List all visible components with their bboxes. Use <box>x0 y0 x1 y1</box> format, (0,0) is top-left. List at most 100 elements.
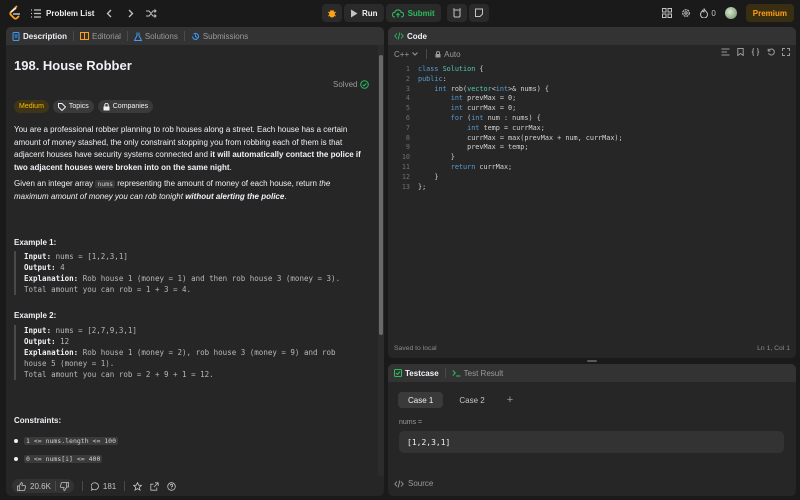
run-button[interactable]: Run <box>344 4 384 22</box>
divider <box>54 481 56 491</box>
auto-mode-toggle[interactable]: Auto <box>435 49 461 59</box>
bullet-dot <box>14 457 18 461</box>
scrollbar-thumb[interactable] <box>379 55 383 335</box>
star-icon[interactable] <box>133 481 143 491</box>
case-1-tab[interactable]: Case 1 <box>398 392 444 408</box>
braces-icon[interactable] <box>751 48 760 56</box>
gear-icon[interactable] <box>681 8 691 18</box>
prev-problem-button[interactable] <box>103 7 115 19</box>
tab-testcase-label: Testcase <box>405 368 439 378</box>
problem-list-label: Problem List <box>46 8 95 18</box>
input-label: Input: <box>24 326 52 335</box>
tab-editorial[interactable]: Editorial <box>80 32 121 41</box>
share-icon[interactable] <box>150 481 159 491</box>
code-line: }; <box>418 182 427 191</box>
submit-button[interactable]: Submit <box>385 4 441 22</box>
difficulty-badge[interactable]: Medium <box>14 100 49 113</box>
code-line: int temp = currMax; <box>467 123 545 132</box>
random-problem-button[interactable] <box>145 7 157 19</box>
tab-description[interactable]: Description <box>12 31 67 41</box>
code-line: int prevMax = 0; <box>450 94 517 103</box>
check-circle-icon <box>360 80 370 89</box>
streak-counter[interactable]: 0 <box>700 8 716 18</box>
top-bar-right: 0 Premium <box>662 4 794 22</box>
fullscreen-icon[interactable] <box>782 48 790 56</box>
timer-button[interactable] <box>446 4 467 22</box>
constraint-item: 1 <= nums.length <= 100 <box>14 437 119 445</box>
description-panel: Description Editorial Solutions Submissi… <box>6 27 384 496</box>
constraint-code: 1 <= nums.length <= 100 <box>24 437 119 445</box>
like-dislike-group: 20.6K <box>12 479 74 493</box>
companies-label: Companies <box>112 103 149 110</box>
kw: int <box>450 94 464 103</box>
top-bar-left: Problem List <box>8 0 157 26</box>
code-line: } <box>418 172 439 181</box>
code-panel: Code C++ Auto 1 2 3 4 5 6 7 8 9 10 11 12… <box>388 27 796 358</box>
panel-resize-handle[interactable] <box>587 360 597 362</box>
tab-solutions[interactable]: Solutions <box>133 32 178 41</box>
notes-button[interactable] <box>468 4 489 22</box>
kw: class <box>418 65 439 73</box>
case-2-tab[interactable]: Case 2 <box>449 392 494 408</box>
code-line: return currMax; <box>450 163 513 171</box>
line-number: 9 <box>405 143 410 152</box>
thumbs-down-icon[interactable] <box>59 481 69 491</box>
format-icon[interactable] <box>721 48 730 56</box>
help-icon[interactable] <box>167 481 176 491</box>
save-status: Saved to local <box>394 345 437 352</box>
avatar[interactable] <box>724 7 737 19</box>
source-label: Source <box>408 479 434 488</box>
constraint-code: 0 <= nums[i] <= 400 <box>24 455 103 463</box>
lock-icon <box>103 102 110 110</box>
output-label: Output: <box>24 337 56 346</box>
line-number: 12 <box>401 172 410 181</box>
code-editor[interactable]: 1 2 3 4 5 6 7 8 9 10 11 12 13 class Solu… <box>388 65 796 345</box>
flame-icon <box>700 8 709 18</box>
code-tools <box>721 48 790 56</box>
description-tabs: Description Editorial Solutions Submissi… <box>6 27 384 45</box>
cursor-position: Ln 1, Col 1 <box>757 345 790 352</box>
leetcode-logo[interactable] <box>8 5 22 21</box>
language-select[interactable]: C++ <box>394 50 418 59</box>
example-total: Total amount you can rob = 1 + 3 = 4. <box>24 285 192 294</box>
next-problem-button[interactable] <box>124 7 136 19</box>
source-button[interactable]: Source <box>394 479 433 488</box>
paragraph-text: representing the amount of money of each… <box>115 179 320 188</box>
tab-submissions[interactable]: Submissions <box>191 32 248 41</box>
code-line: currMax = max(prevMax + num, currMax); <box>418 133 623 142</box>
line-number: 3 <box>405 84 410 93</box>
play-icon <box>351 9 358 17</box>
document-icon <box>12 31 20 41</box>
problem-paragraph-1: You are a professional robber planning t… <box>14 124 366 174</box>
debug-button[interactable] <box>322 4 342 22</box>
auto-label: Auto <box>444 49 461 59</box>
code-line: int rob(vector<int>& nums) { <box>434 84 549 93</box>
tab-code[interactable]: Code <box>394 32 427 41</box>
premium-button[interactable]: Premium <box>745 4 794 22</box>
kw: int <box>467 123 480 132</box>
code-line: class Solution { <box>418 65 484 73</box>
topics-tag[interactable]: Topics <box>52 100 94 113</box>
tab-test-result[interactable]: Test Result <box>452 369 503 378</box>
reset-icon[interactable] <box>767 48 775 56</box>
layout-grid-icon[interactable] <box>662 8 673 18</box>
cloud-upload-icon <box>391 8 404 18</box>
tab-testcase[interactable]: Testcase <box>394 369 439 378</box>
code-icon <box>394 32 404 40</box>
comments-button[interactable]: 181 <box>90 481 116 491</box>
topics-label: Topics <box>68 103 89 110</box>
description-scrollbar[interactable] <box>378 45 384 476</box>
add-case-button[interactable]: + <box>501 394 513 406</box>
comment-icon <box>90 481 99 491</box>
companies-tag[interactable]: Companies <box>97 100 154 113</box>
thumbs-up-icon[interactable] <box>17 481 26 491</box>
bookmark-icon[interactable] <box>737 48 744 56</box>
language-label: C++ <box>394 49 410 59</box>
kw: return <box>450 163 476 171</box>
line-number: 2 <box>405 74 410 83</box>
tab-submissions-label: Submissions <box>202 31 249 41</box>
problem-list-button[interactable]: Problem List <box>31 9 94 18</box>
example-explanation-cont: house 5 (money = 1). <box>24 359 115 368</box>
shuffle-icon <box>145 8 157 18</box>
testcase-input[interactable]: [1,2,3,1] <box>399 431 784 453</box>
